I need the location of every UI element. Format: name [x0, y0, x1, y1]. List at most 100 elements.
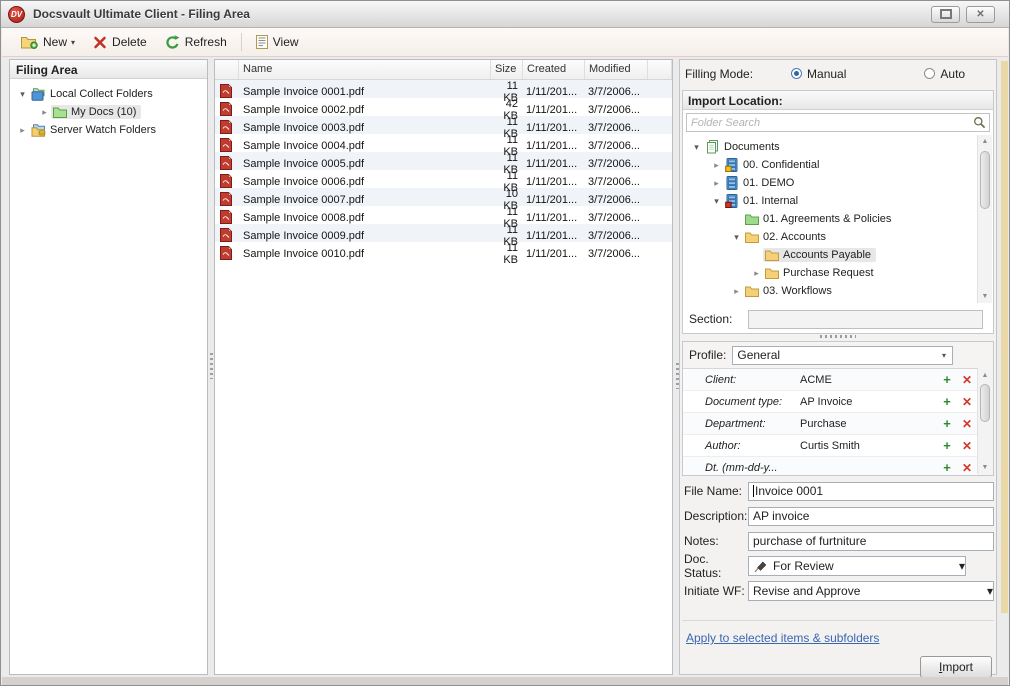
notes-value: purchase of furtniture [753, 534, 866, 548]
new-button[interactable]: New ▾ [12, 32, 84, 52]
section-input[interactable] [748, 310, 983, 329]
description-label: Description: [684, 509, 748, 523]
column-header-size[interactable]: Size [491, 60, 523, 79]
file-row[interactable]: Sample Invoice 0006.pdf11 KB1/11/201...3… [215, 170, 672, 188]
tree-item[interactable]: ▸Server Watch Folders [10, 121, 207, 139]
expanded-arrow-icon[interactable]: ▾ [16, 89, 29, 100]
file-row[interactable]: Sample Invoice 0010.pdf11 KB1/11/201...3… [215, 242, 672, 260]
file-name-input[interactable]: Invoice 0001 [748, 482, 994, 501]
scroll-down-icon[interactable]: ▼ [978, 290, 992, 303]
file-row[interactable]: Sample Invoice 0008.pdf11 KB1/11/201...3… [215, 206, 672, 224]
pdf-icon [215, 120, 239, 137]
profile-select[interactable]: General ▾ [732, 346, 953, 365]
tree-item[interactable]: ▾ Documents [684, 138, 976, 156]
add-value-icon[interactable]: + [938, 416, 956, 431]
tree-item[interactable] [684, 300, 976, 303]
scrollbar-thumb[interactable] [980, 151, 990, 209]
filing-mode-manual-radio[interactable]: Manual [791, 67, 846, 81]
radio-icon [791, 68, 802, 79]
collapsed-arrow-icon[interactable]: ▸ [750, 268, 763, 279]
collapsed-arrow-icon[interactable]: ▸ [38, 107, 51, 118]
view-button[interactable]: View [247, 32, 308, 52]
tree-item[interactable]: Accounts Payable [684, 246, 976, 264]
clear-value-icon[interactable]: ✕ [956, 373, 978, 387]
radio-label: Auto [940, 67, 965, 81]
add-value-icon[interactable]: + [938, 460, 956, 475]
clear-value-icon[interactable]: ✕ [956, 417, 978, 431]
column-header-filler [648, 60, 672, 79]
tree-item[interactable]: ▸Purchase Request [684, 264, 976, 282]
tree-item[interactable]: 01. Agreements & Policies [684, 210, 976, 228]
file-row[interactable]: Sample Invoice 0002.pdf42 KB1/11/201...3… [215, 98, 672, 116]
column-header-icon[interactable] [215, 60, 239, 79]
new-folder-icon [21, 35, 38, 49]
expanded-arrow-icon[interactable]: ▾ [730, 232, 743, 243]
section-label: Section: [689, 312, 732, 326]
profile-field-value[interactable]: Purchase [800, 418, 938, 430]
profile-scrollbar[interactable]: ▲ ▼ [977, 369, 992, 474]
scroll-up-icon[interactable]: ▲ [978, 135, 992, 148]
add-value-icon[interactable]: + [938, 438, 956, 453]
import-button[interactable]: Import [920, 656, 992, 678]
folder-search-input[interactable]: Folder Search [686, 113, 990, 132]
file-row[interactable]: Sample Invoice 0009.pdf11 KB1/11/201...3… [215, 224, 672, 242]
pdf-icon [215, 84, 239, 101]
scroll-down-icon[interactable]: ▼ [978, 461, 992, 474]
file-row[interactable]: Sample Invoice 0004.pdf11 KB1/11/201...3… [215, 134, 672, 152]
apply-to-selected-link[interactable]: Apply to selected items & subfolders [686, 631, 879, 645]
tree-item-label: 01. Agreements & Policies [763, 213, 891, 225]
import-location-tree: ▾Documents▸00. Confidential▸01. DEMO▾01.… [684, 135, 976, 303]
tree-scrollbar[interactable]: ▲ ▼ [977, 135, 992, 303]
column-header-name[interactable]: Name [239, 60, 491, 79]
profile-field-value[interactable]: AP Invoice [800, 396, 938, 408]
collapsed-arrow-icon[interactable]: ▸ [730, 286, 743, 297]
filing-mode-options: Manual Auto [753, 67, 996, 81]
tree-item[interactable]: ▸My Docs (10) [10, 103, 207, 121]
tree-item[interactable]: ▸01. DEMO [684, 174, 976, 192]
close-button[interactable]: ✕ [966, 6, 995, 23]
column-header-modified[interactable]: Modified [585, 60, 648, 79]
file-row[interactable]: Sample Invoice 0003.pdf11 KB1/11/201...3… [215, 116, 672, 134]
expanded-arrow-icon[interactable]: ▾ [710, 196, 723, 207]
tree-item[interactable]: ▾02. Accounts [684, 228, 976, 246]
clear-value-icon[interactable]: ✕ [956, 395, 978, 409]
description-input[interactable]: AP invoice [748, 507, 994, 526]
collapsed-arrow-icon[interactable]: ▸ [710, 178, 723, 189]
tree-item[interactable]: ▾01. Internal [684, 192, 976, 210]
profile-field-value[interactable]: ACME [800, 374, 938, 386]
tree-item[interactable]: ▸00. Confidential [684, 156, 976, 174]
add-value-icon[interactable]: + [938, 372, 956, 387]
initiate-wf-select[interactable]: Revise and Approve ▾ [748, 581, 994, 601]
panel-splitter-grip-icon[interactable] [676, 363, 679, 389]
collapsed-arrow-icon[interactable]: ▸ [16, 125, 29, 136]
collapsed-arrow-icon[interactable]: ▸ [710, 160, 723, 171]
profile-field-value[interactable]: Curtis Smith [800, 440, 938, 452]
file-row[interactable]: Sample Invoice 0007.pdf10 KB1/11/201...3… [215, 188, 672, 206]
panel-splitter-grip-icon[interactable] [210, 353, 213, 379]
tree-item-label: Local Collect Folders [50, 88, 153, 100]
delete-button[interactable]: Delete [84, 32, 156, 52]
tree-item[interactable]: ▸03. Workflows [684, 282, 976, 300]
add-value-icon[interactable]: + [938, 394, 956, 409]
refresh-button[interactable]: Refresh [156, 32, 236, 53]
clear-value-icon[interactable]: ✕ [956, 439, 978, 453]
scrollbar-thumb[interactable] [980, 384, 990, 422]
clear-value-icon[interactable]: ✕ [956, 461, 978, 475]
import-panel: Filling Mode: ManualAuto Import Location… [679, 59, 997, 675]
tree-item-label: Documents [724, 141, 780, 153]
import-location-header: Import Location: [683, 91, 993, 110]
maximize-button[interactable] [931, 6, 960, 23]
file-size-cell: 11 KB [491, 242, 523, 266]
filing-mode-auto-radio[interactable]: Auto [924, 67, 965, 81]
notes-input[interactable]: purchase of furtniture [748, 532, 994, 551]
pane-splitter[interactable] [680, 333, 996, 339]
doc-status-select[interactable]: For Review ▾ [748, 556, 966, 576]
file-row[interactable]: Sample Invoice 0005.pdf11 KB1/11/201...3… [215, 152, 672, 170]
column-header-created[interactable]: Created [523, 60, 585, 79]
scroll-up-icon[interactable]: ▲ [978, 369, 992, 382]
tree-item[interactable]: ▾ Local Collect Folders [10, 85, 207, 103]
profile-box: Profile: General ▾ Client:ACME+✕Document… [682, 341, 994, 476]
window-title: Docsvault Ultimate Client - Filing Area [33, 7, 250, 21]
file-row[interactable]: Sample Invoice 0001.pdf11 KB1/11/201...3… [215, 80, 672, 98]
expanded-arrow-icon[interactable]: ▾ [690, 142, 703, 153]
